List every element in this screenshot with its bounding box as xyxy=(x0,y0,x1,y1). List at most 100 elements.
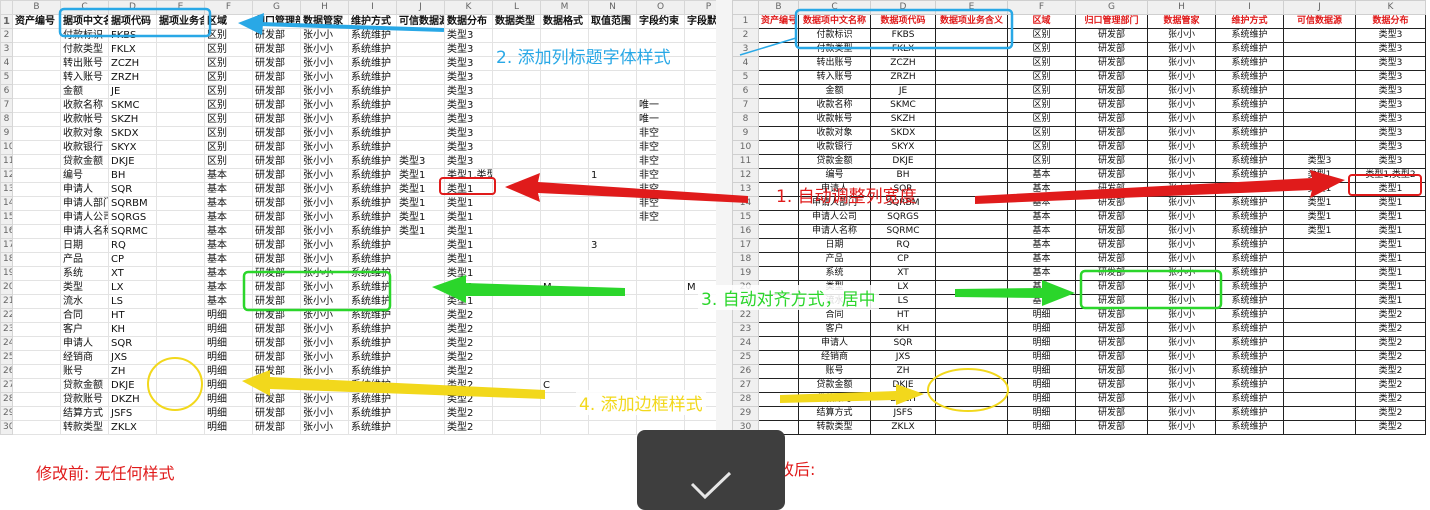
table-cell[interactable]: 研发部 xyxy=(252,336,301,351)
table-cell[interactable]: 研发部 xyxy=(252,154,301,169)
row-number[interactable]: 19 xyxy=(0,266,13,281)
table-cell[interactable] xyxy=(1283,378,1356,393)
table-cell[interactable] xyxy=(156,294,205,309)
table-cell[interactable]: 日期 xyxy=(798,238,871,253)
table-cell[interactable]: 研发部 xyxy=(1075,378,1148,393)
table-cell[interactable] xyxy=(758,224,799,239)
table-cell[interactable] xyxy=(935,126,1008,141)
table-cell[interactable]: 张小小 xyxy=(300,28,349,43)
table-cell[interactable] xyxy=(684,322,716,337)
table-cell[interactable]: 系统维护 xyxy=(348,350,397,365)
table-cell[interactable]: RQ xyxy=(870,238,936,253)
table-cell[interactable]: 张小小 xyxy=(300,238,349,253)
table-cell[interactable] xyxy=(492,238,541,253)
table-cell[interactable] xyxy=(156,98,205,113)
table-cell[interactable] xyxy=(492,28,541,43)
table-cell[interactable] xyxy=(758,168,799,183)
table-cell[interactable]: 系统维护 xyxy=(1215,294,1284,309)
table-cell[interactable] xyxy=(12,84,61,99)
table-cell[interactable] xyxy=(1283,28,1356,43)
table-cell[interactable]: 系统维护 xyxy=(348,140,397,155)
table-cell[interactable] xyxy=(935,322,1008,337)
table-cell[interactable]: 申请人公司 xyxy=(798,210,871,225)
table-cell[interactable]: 系统维护 xyxy=(1215,168,1284,183)
column-letter[interactable]: N xyxy=(588,0,637,15)
table-cell[interactable]: 经销商 xyxy=(798,350,871,365)
table-cell[interactable]: SKYX xyxy=(108,140,157,155)
table-cell[interactable]: 研发部 xyxy=(252,84,301,99)
table-cell[interactable] xyxy=(935,196,1008,211)
table-cell[interactable]: 收款名称 xyxy=(60,98,109,113)
table-cell[interactable]: 类型1 xyxy=(1355,280,1426,295)
table-cell[interactable] xyxy=(935,210,1008,225)
row-number[interactable]: 18 xyxy=(732,252,759,267)
table-cell[interactable] xyxy=(1283,70,1356,85)
table-cell[interactable]: 张小小 xyxy=(1147,294,1216,309)
row-number[interactable]: 20 xyxy=(0,280,13,295)
table-cell[interactable]: 类型3 xyxy=(444,28,493,43)
table-cell[interactable] xyxy=(540,266,589,281)
table-cell[interactable] xyxy=(684,112,716,127)
table-cell[interactable] xyxy=(156,140,205,155)
table-cell[interactable] xyxy=(935,140,1008,155)
table-cell[interactable]: 基本 xyxy=(204,294,253,309)
row-number[interactable]: 17 xyxy=(732,238,759,253)
table-cell[interactable] xyxy=(636,350,685,365)
table-cell[interactable]: 贷款金额 xyxy=(798,378,871,393)
table-cell[interactable]: 系统维护 xyxy=(348,378,397,393)
table-cell[interactable]: SQRBM xyxy=(108,196,157,211)
table-cell[interactable] xyxy=(684,28,716,43)
table-cell[interactable] xyxy=(1283,420,1356,435)
table-cell[interactable]: 流水 xyxy=(60,294,109,309)
table-cell[interactable] xyxy=(935,168,1008,183)
table-cell[interactable] xyxy=(758,308,799,323)
row-number[interactable]: 27 xyxy=(0,378,13,393)
table-cell[interactable]: 区别 xyxy=(204,42,253,57)
table-cell[interactable] xyxy=(758,392,799,407)
table-cell[interactable]: 基本 xyxy=(1007,224,1076,239)
table-cell[interactable]: 基本 xyxy=(204,238,253,253)
table-cell[interactable] xyxy=(396,112,445,127)
table-cell[interactable]: 系统维护 xyxy=(348,28,397,43)
table-cell[interactable]: SQR xyxy=(108,336,157,351)
table-cell[interactable] xyxy=(492,112,541,127)
row-number[interactable]: 15 xyxy=(0,210,13,225)
column-letter[interactable]: D xyxy=(870,0,936,15)
table-cell[interactable]: DKJE xyxy=(870,154,936,169)
table-cell[interactable] xyxy=(1283,252,1356,267)
table-cell[interactable]: 类型1 xyxy=(1355,238,1426,253)
table-cell[interactable] xyxy=(684,154,716,169)
table-cell[interactable]: 张小小 xyxy=(1147,406,1216,421)
table-cell[interactable]: 研发部 xyxy=(252,42,301,57)
row-number[interactable]: 23 xyxy=(0,322,13,337)
table-cell[interactable]: 明细 xyxy=(1007,392,1076,407)
table-cell[interactable] xyxy=(1283,406,1356,421)
column-letter[interactable]: K xyxy=(444,0,493,15)
column-header[interactable]: 数据管家 xyxy=(1147,14,1216,29)
table-cell[interactable] xyxy=(156,392,205,407)
table-cell[interactable]: SKZH xyxy=(870,112,936,127)
table-cell[interactable] xyxy=(396,140,445,155)
table-cell[interactable]: 类型3 xyxy=(1355,126,1426,141)
column-letter[interactable]: G xyxy=(1075,0,1148,15)
table-cell[interactable]: HT xyxy=(108,308,157,323)
column-header[interactable]: 数据项中文名称 xyxy=(798,14,871,29)
table-cell[interactable] xyxy=(12,238,61,253)
table-cell[interactable]: 研发部 xyxy=(1075,280,1148,295)
table-cell[interactable] xyxy=(758,252,799,267)
row-number[interactable]: 29 xyxy=(0,406,13,421)
table-cell[interactable]: 系统维护 xyxy=(348,56,397,71)
table-cell[interactable]: 类型3 xyxy=(444,84,493,99)
table-cell[interactable]: 研发部 xyxy=(1075,112,1148,127)
row-number[interactable]: 23 xyxy=(732,322,759,337)
table-cell[interactable]: 明细 xyxy=(204,378,253,393)
table-cell[interactable]: 研发部 xyxy=(252,364,301,379)
table-cell[interactable]: 区别 xyxy=(204,126,253,141)
table-cell[interactable]: 类型1 xyxy=(444,182,493,197)
row-number[interactable]: 8 xyxy=(732,112,759,127)
table-cell[interactable]: 类型3 xyxy=(444,126,493,141)
table-cell[interactable]: 类型2 xyxy=(1355,420,1426,435)
column-letter[interactable]: I xyxy=(1215,0,1284,15)
table-cell[interactable] xyxy=(12,28,61,43)
table-cell[interactable] xyxy=(935,336,1008,351)
